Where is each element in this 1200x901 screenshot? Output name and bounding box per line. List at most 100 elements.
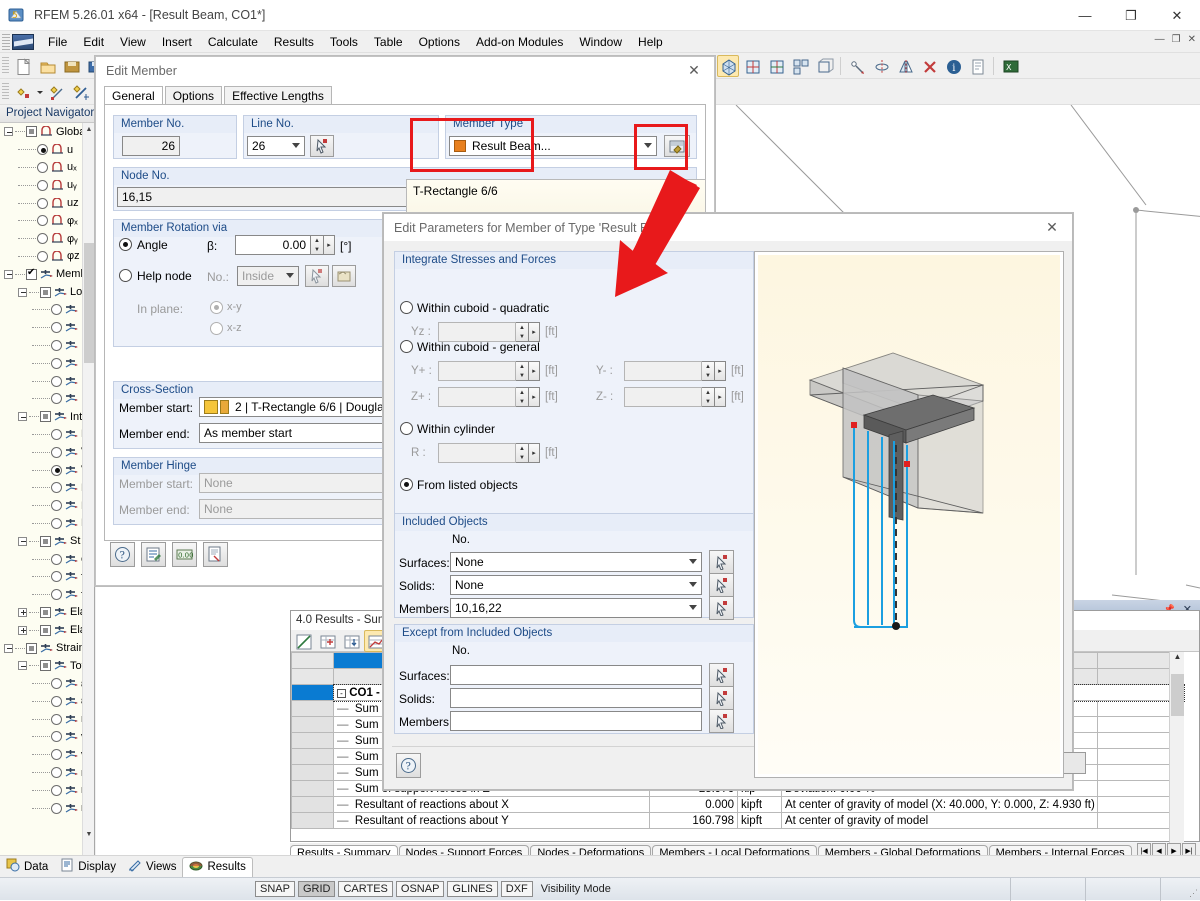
checkbox-partial[interactable] (40, 411, 51, 423)
navigator-item-3[interactable]: uᵧ (0, 176, 82, 194)
navigator-tree[interactable]: Globa u uₓ uᵧ uᴢ φₓ φᵧ φᴢ Memb Lo Int NVᵧVᴢMₜMᵧMᴢ St… (0, 123, 82, 817)
beta-spinner[interactable]: ▲ ▼ (311, 235, 324, 255)
collapse-icon[interactable] (4, 127, 13, 137)
bottom-tab-display[interactable]: Display (54, 857, 122, 876)
yminus-more-button[interactable]: ▸ (715, 361, 726, 381)
pick-included-surfaces-button[interactable] (709, 550, 734, 574)
line-no-combo[interactable]: 26 (247, 136, 305, 156)
params-help-button[interactable]: ? (396, 753, 421, 778)
radio-unselected[interactable] (51, 500, 62, 512)
table-scroll-thumb[interactable] (1171, 674, 1184, 716)
zplus-input[interactable] (438, 387, 516, 407)
delete-icon[interactable] (918, 55, 940, 77)
edit-parameters-close-icon[interactable]: ✕ (1032, 214, 1072, 241)
checkbox-partial[interactable] (26, 642, 37, 654)
export-icon[interactable] (340, 630, 362, 652)
radio-selected[interactable] (37, 144, 48, 156)
view-section-icon[interactable] (813, 55, 835, 77)
row-header[interactable] (291, 780, 334, 797)
navigator-item-31[interactable]: εₓ,max (0, 675, 82, 693)
printout-report-icon[interactable] (966, 55, 988, 77)
radio-unselected[interactable] (51, 446, 62, 458)
table-header-cell[interactable] (291, 652, 334, 669)
radio-unselected[interactable] (37, 250, 48, 262)
except-surfaces-input[interactable] (450, 665, 702, 685)
glines-button[interactable]: GLINES (447, 881, 498, 897)
navigator-item-0[interactable]: Globa (0, 123, 82, 141)
beta-input[interactable]: 0.00 (235, 235, 311, 255)
expand-icon[interactable] (18, 625, 27, 635)
radio-unselected[interactable] (51, 304, 62, 316)
r-more-button[interactable]: ▸ (529, 443, 540, 463)
yz-more-button[interactable]: ▸ (529, 322, 540, 342)
cartes-button[interactable]: CARTES (338, 881, 393, 897)
radio-unselected[interactable] (51, 517, 62, 529)
beta-more-button[interactable]: ▸ (324, 235, 335, 255)
menu-window[interactable]: Window (571, 33, 630, 51)
table-cell-description[interactable]: — Resultant of reactions about X (333, 796, 650, 813)
radio-unselected[interactable] (37, 179, 48, 191)
row-header[interactable] (291, 700, 334, 717)
menu-edit[interactable]: Edit (75, 33, 112, 51)
navigator-item-23[interactable]: St (0, 532, 82, 550)
navigator-item-4[interactable]: uᴢ (0, 194, 82, 212)
bottom-tab-data[interactable]: Data (0, 857, 54, 876)
insert-row-icon[interactable] (316, 630, 338, 652)
checkbox-partial[interactable] (26, 126, 37, 138)
tab-general[interactable]: General (104, 86, 163, 104)
table-subheader-cell[interactable] (291, 668, 334, 685)
included-surfaces-combo[interactable]: None (450, 552, 702, 572)
navigator-item-14[interactable] (0, 372, 82, 390)
radio-unselected[interactable] (51, 802, 62, 814)
table-cell-description[interactable]: — Resultant of reactions about Y (333, 812, 650, 829)
menu-file[interactable]: File (40, 33, 75, 51)
navigator-item-25[interactable]: τᵧ (0, 568, 82, 586)
navigator-scroll-thumb[interactable] (84, 243, 94, 363)
pick-helpnode-button[interactable] (305, 265, 329, 287)
navigator-item-21[interactable]: Mᵧ (0, 497, 82, 515)
pick-line-button[interactable] (310, 135, 334, 157)
new-file-icon[interactable] (12, 55, 34, 77)
checkbox-partial[interactable] (40, 624, 51, 636)
radio-unselected[interactable] (37, 215, 48, 227)
view-planes-icon[interactable] (789, 55, 811, 77)
new-helpnode-button[interactable] (332, 265, 356, 287)
navigator-item-33[interactable]: max|εₓ| (0, 710, 82, 728)
included-solids-combo[interactable]: None (450, 575, 702, 595)
row-header[interactable] (291, 764, 334, 781)
navigator-item-10[interactable] (0, 301, 82, 319)
except-solids-input[interactable] (450, 688, 702, 708)
expand-icon[interactable] (18, 607, 27, 617)
navigator-item-36[interactable]: κₓ (0, 764, 82, 782)
radio-unselected[interactable] (51, 393, 62, 405)
table-row[interactable]: — Resultant of reactions about X 0.000 kip… (291, 796, 1184, 813)
measure-icon[interactable] (846, 55, 868, 77)
bottom-tab-views[interactable]: Views (122, 857, 182, 876)
plane-xz-radio[interactable] (210, 322, 223, 335)
navigator-item-18[interactable]: Vᵧ (0, 443, 82, 461)
radio-unselected[interactable] (37, 197, 48, 209)
table-cell-unit[interactable]: kipft (737, 796, 782, 813)
radio-unselected[interactable] (51, 482, 62, 494)
zminus-more-button[interactable]: ▸ (715, 387, 726, 407)
row-header[interactable] (291, 716, 334, 733)
dxf-button[interactable]: DXF (500, 881, 533, 897)
menu-calculate[interactable]: Calculate (200, 33, 266, 51)
navigator-item-1[interactable]: u (0, 141, 82, 159)
filter-icon[interactable] (292, 630, 314, 652)
navigator-item-5[interactable]: φₓ (0, 212, 82, 230)
zminus-spinner[interactable]: ▲ ▼ (702, 387, 715, 407)
table-row[interactable]: — Resultant of reactions about Y 160.798 k… (291, 812, 1184, 829)
menu-tools[interactable]: Tools (322, 33, 366, 51)
menu-grip[interactable] (2, 33, 10, 50)
view-iso-icon[interactable] (717, 54, 739, 77)
navigator-item-24[interactable]: σₓ (0, 550, 82, 568)
yminus-spinner[interactable]: ▲ ▼ (702, 361, 715, 381)
toolbar-grip-2[interactable] (2, 82, 9, 101)
navigator-item-19[interactable]: Vᴢ (0, 461, 82, 479)
table-cell-value[interactable]: 0.000 (649, 796, 738, 813)
except-members-input[interactable] (450, 711, 702, 731)
radio-unselected[interactable] (51, 339, 62, 351)
menu-table[interactable]: Table (366, 33, 411, 51)
plane-xy-radio[interactable] (210, 301, 223, 314)
